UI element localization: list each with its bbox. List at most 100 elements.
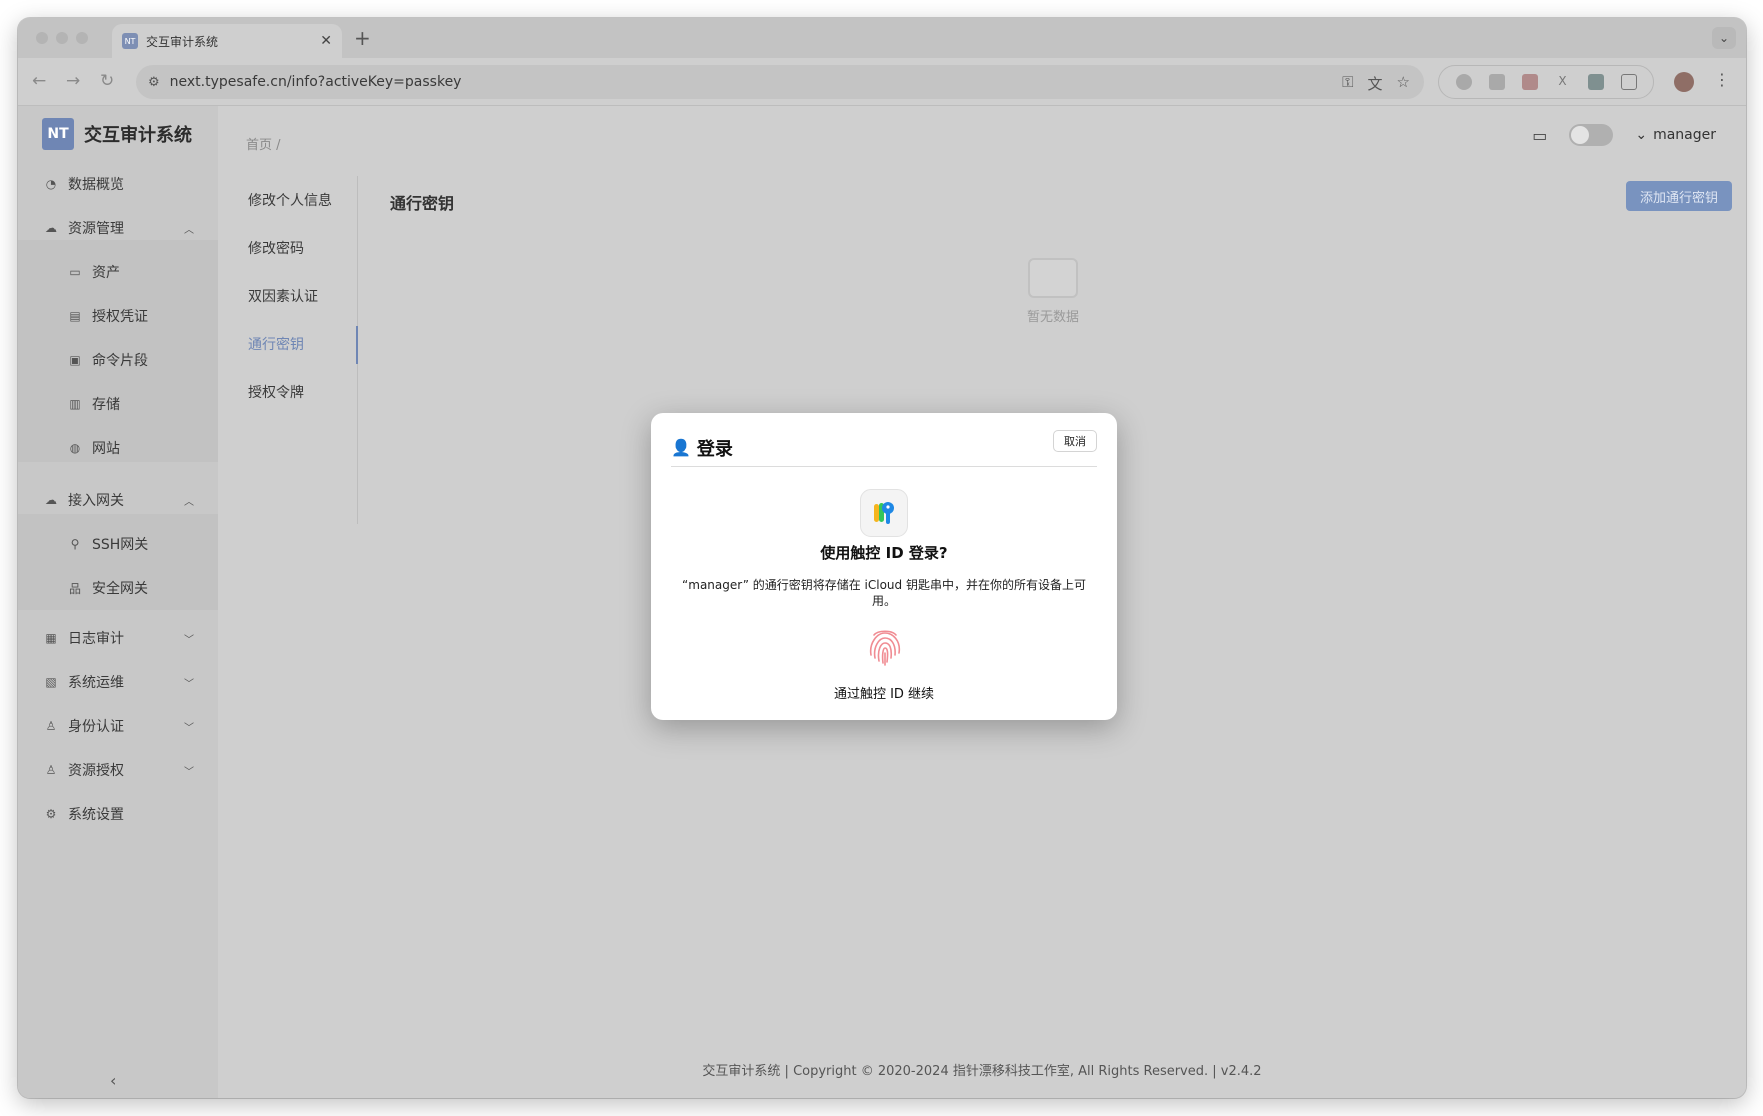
site-settings-icon[interactable]: ⚙	[148, 75, 160, 90]
tab-tokens[interactable]: 授权令牌	[248, 382, 304, 402]
sidebar-item-credentials[interactable]: ▤ 授权凭证	[18, 296, 218, 336]
chevron-up-icon: ︿	[184, 496, 194, 508]
empty-text: 暂无数据	[1026, 310, 1079, 325]
address-bar[interactable]: ⚙ next.typesafe.cn/info?activeKey=passke…	[136, 65, 1424, 99]
user-icon: ♙	[45, 763, 57, 777]
link-icon: ⚲	[70, 537, 80, 551]
tab-strip: NT 交互审计系统 ✕ + ⌄	[18, 18, 1746, 58]
sidebar-item-commands[interactable]: ▣ 命令片段	[18, 340, 218, 380]
credential-icon: ▤	[69, 309, 81, 323]
translate-icon[interactable]: 文	[1368, 73, 1383, 94]
sidebar-item-authorization[interactable]: ♙ 资源授权 ﹀	[18, 750, 218, 790]
passkey-login-dialog: 👤 登录 取消 使用触控 ID 登录? “manager” 的通行密钥将存储在 …	[651, 413, 1117, 720]
sidebar-item-label: 资源管理	[68, 221, 124, 237]
reload-icon[interactable]: ↻	[100, 71, 114, 91]
sidebar: NT 交互审计系统 ◔ 数据概览 ☁ 资源管理 ︿ ▭ 资产 ▤ 授权凭证 ▣ …	[18, 106, 218, 1098]
sidebar-item-websites[interactable]: ◍ 网站	[18, 428, 218, 468]
more-menu-icon[interactable]: ⋮	[1714, 70, 1730, 89]
user-name: manager	[1653, 127, 1716, 143]
bookmark-star-icon[interactable]: ☆	[1397, 73, 1410, 94]
globe-icon: ◍	[69, 441, 81, 455]
tab-profile[interactable]: 修改个人信息	[248, 190, 332, 210]
chevron-up-icon: ︿	[184, 224, 194, 236]
storage-icon: ▥	[69, 397, 81, 411]
sidebar-item-label: 数据概览	[68, 177, 124, 193]
sidebar-item-resources[interactable]: ☁ 资源管理 ︿	[18, 208, 218, 248]
user-menu[interactable]: ⌄ manager	[1635, 127, 1716, 143]
forward-icon[interactable]: →	[66, 71, 80, 91]
dialog-header: 👤 登录 取消	[671, 429, 1097, 467]
sidebar-item-label: 存储	[92, 397, 120, 413]
info-tabs: 修改个人信息 修改密码 双因素认证 通行密钥 授权令牌	[228, 176, 358, 524]
sidebar-item-label: 身份认证	[68, 719, 124, 735]
logo-row[interactable]: NT 交互审计系统	[42, 118, 192, 150]
sidebar-item-ssh-gateway[interactable]: ⚲ SSH网关	[18, 524, 218, 564]
chevron-down-icon: ﹀	[184, 634, 194, 646]
chevron-down-icon: ﹀	[184, 678, 194, 690]
logo: NT	[42, 118, 74, 150]
monitor-icon: ▭	[69, 265, 81, 279]
empty-state: 暂无数据	[1008, 258, 1098, 325]
close-icon[interactable]: ✕	[320, 33, 332, 49]
browser-toolbar: ← → ↻ ⚙ next.typesafe.cn/info?activeKey=…	[18, 58, 1746, 106]
empty-inbox-icon	[1028, 258, 1078, 298]
header-actions: ▭ ⌄ manager	[1532, 124, 1716, 146]
extensions-group: X	[1438, 65, 1654, 99]
sidebar-item-assets[interactable]: ▭ 资产	[18, 252, 218, 292]
tab-search-icon[interactable]: ⌄	[1712, 27, 1736, 49]
monitor-icon[interactable]: ▭	[1532, 126, 1547, 145]
sidebar-item-label: 日志审计	[68, 631, 124, 647]
section-title: 通行密钥	[390, 194, 455, 213]
sidebar-item-label: 系统设置	[68, 807, 124, 823]
extension-icon[interactable]	[1488, 74, 1505, 90]
sidebar-item-storage[interactable]: ▥ 存储	[18, 384, 218, 424]
cancel-button[interactable]: 取消	[1053, 430, 1097, 452]
sidebar-item-settings[interactable]: ⚙ 系统设置	[18, 794, 218, 834]
sidebar-item-label: 安全网关	[92, 581, 148, 597]
zoom-window-button[interactable]	[76, 32, 88, 44]
minimize-window-button[interactable]	[56, 32, 68, 44]
tab-passkey[interactable]: 通行密钥	[248, 334, 304, 354]
breadcrumb[interactable]: 首页 /	[246, 134, 281, 153]
brand-name: 交互审计系统	[84, 125, 192, 146]
sidebar-item-overview[interactable]: ◔ 数据概览	[18, 164, 218, 204]
tab-title: 交互审计系统	[146, 34, 219, 49]
sidebar-item-audit[interactable]: ▦ 日志审计 ﹀	[18, 618, 218, 658]
extension-icon[interactable]	[1587, 74, 1604, 90]
sidebar-item-label: 资源授权	[68, 763, 124, 779]
tab-two-factor[interactable]: 双因素认证	[248, 286, 318, 306]
chevron-down-icon: ⌄	[1635, 127, 1648, 143]
passwords-app-icon	[860, 489, 908, 537]
sidebar-item-identity[interactable]: ♙ 身份认证 ﹀	[18, 706, 218, 746]
gear-icon: ⚙	[45, 807, 57, 821]
close-window-button[interactable]	[36, 32, 48, 44]
browser-window: NT 交互审计系统 ✕ + ⌄ ← → ↻ ⚙ next.typesafe.cn…	[18, 18, 1746, 1098]
sidebar-item-label: SSH网关	[92, 537, 149, 553]
puzzle-icon[interactable]	[1620, 74, 1637, 90]
fingerprint-icon[interactable]	[863, 625, 907, 669]
dashboard-icon: ◔	[45, 177, 57, 191]
password-key-icon[interactable]: ⚿	[1342, 73, 1353, 94]
continue-touch-id-button[interactable]: 通过触控 ID 继续	[651, 683, 1117, 702]
theme-toggle[interactable]	[1569, 124, 1614, 146]
extension-icon[interactable]	[1455, 74, 1472, 90]
sidebar-item-security-gateway[interactable]: 品 安全网关	[18, 568, 218, 608]
footer: 交互审计系统 | Copyright © 2020-2024 指针漂移科技工作室…	[702, 1064, 1262, 1079]
sidebar-item-gateway[interactable]: ☁ 接入网关 ︿	[18, 480, 218, 520]
sidebar-item-label: 系统运维	[68, 675, 124, 691]
extension-icon[interactable]: X	[1555, 74, 1571, 90]
sidebar-item-ops[interactable]: ▧ 系统运维 ﹀	[18, 662, 218, 702]
back-icon[interactable]: ←	[32, 71, 46, 91]
sidebar-item-label: 接入网关	[68, 493, 124, 509]
chevron-down-icon: ﹀	[184, 722, 194, 734]
profile-avatar[interactable]	[1674, 72, 1694, 92]
add-passkey-button[interactable]: 添加通行密钥	[1625, 181, 1732, 211]
tab-password[interactable]: 修改密码	[248, 238, 304, 258]
browser-tab[interactable]: NT 交互审计系统 ✕	[112, 24, 342, 58]
sidebar-item-label: 资产	[92, 265, 120, 281]
collapse-sidebar-icon[interactable]: ‹	[110, 1071, 116, 1090]
dialog-description: “manager” 的通行密钥将存储在 iCloud 钥匙串中，并在你的所有设备…	[682, 578, 1086, 608]
favicon-icon: NT	[122, 33, 138, 49]
extension-icon[interactable]	[1521, 74, 1538, 90]
new-tab-icon[interactable]: +	[354, 26, 371, 50]
